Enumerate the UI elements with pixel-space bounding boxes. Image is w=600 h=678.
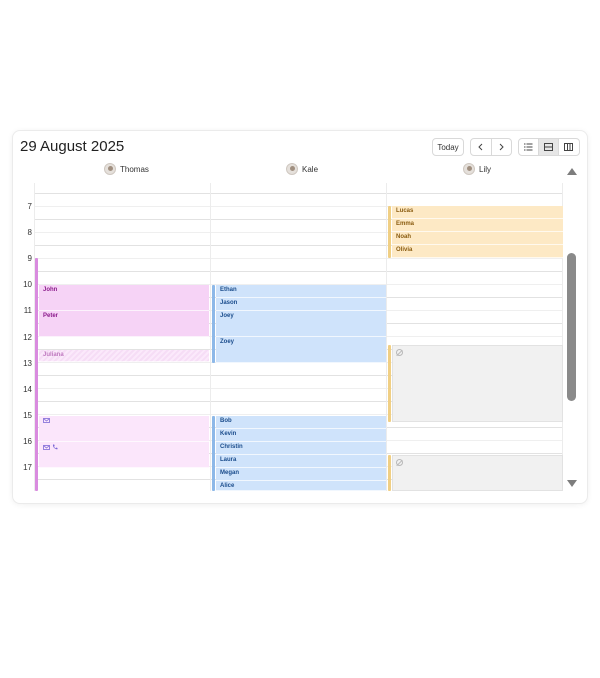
event-christin[interactable]: Christin (216, 442, 386, 455)
hour-label: 13 (23, 359, 32, 368)
resource-name: Thomas (120, 164, 149, 174)
event-label: Zoey (220, 339, 235, 345)
event-bob[interactable]: Bob (216, 416, 386, 429)
event-label: Lucas (396, 208, 414, 214)
event-label: Olivia (396, 247, 413, 253)
day-view-button[interactable] (539, 139, 559, 155)
lily-availability-bar-1 (388, 206, 391, 258)
hour-label: 16 (23, 437, 32, 446)
avatar-icon (286, 163, 298, 175)
event-ethan[interactable]: Ethan (216, 285, 386, 298)
event-olivia[interactable]: Olivia (392, 245, 563, 258)
today-button[interactable]: Today (432, 138, 464, 156)
event-lucas[interactable]: Lucas (392, 206, 563, 219)
event-label: Christin (220, 444, 243, 450)
event-juliana[interactable]: Juliana (39, 350, 209, 362)
resource-header-thomas: Thomas (104, 163, 149, 175)
day-view-icon (544, 143, 553, 151)
thomas-availability-bar (35, 258, 38, 491)
lily-availability-bar-3 (388, 455, 391, 491)
chevron-right-icon (499, 143, 504, 151)
hour-label: 12 (23, 333, 32, 342)
event-label: Bob (220, 418, 232, 424)
blocked-icon (396, 349, 403, 356)
event-label: Peter (43, 313, 59, 319)
event-email[interactable] (39, 416, 209, 442)
view-switcher (518, 138, 580, 156)
week-columns-icon (564, 143, 574, 151)
event-label: Megan (220, 470, 240, 476)
resource-name: Kale (302, 164, 319, 174)
blocked-slot[interactable] (392, 345, 563, 422)
event-label: Kevin (220, 431, 237, 437)
event-label: Alice (220, 483, 235, 489)
prev-button[interactable] (471, 139, 492, 155)
chevron-left-icon (478, 143, 483, 151)
event-zoey[interactable]: Zoey (216, 337, 386, 363)
blocked-icon (396, 459, 403, 466)
hour-label: 17 (23, 463, 32, 472)
event-kevin[interactable]: Kevin (216, 429, 386, 442)
week-view-button[interactable] (559, 139, 579, 155)
event-joey[interactable]: Joey (216, 311, 386, 337)
event-email-call[interactable] (39, 442, 209, 468)
hour-label: 9 (27, 254, 32, 263)
hour-label: 10 (23, 280, 32, 289)
lily-availability-bar-2 (388, 345, 391, 422)
hour-label: 7 (27, 202, 32, 211)
scroll-down-icon[interactable] (567, 480, 577, 487)
email-icon (43, 445, 50, 450)
blocked-slot[interactable] (392, 455, 563, 491)
list-view-button[interactable] (519, 139, 540, 155)
event-alice[interactable]: Alice (216, 481, 386, 491)
page-title: 29 August 2025 (20, 138, 125, 155)
resource-name: Lily (479, 164, 492, 174)
event-label: Joey (220, 313, 234, 319)
event-label: John (43, 287, 58, 293)
event-label: Jason (220, 300, 238, 306)
event-jason[interactable]: Jason (216, 298, 386, 311)
kale-availability-bar-1 (212, 285, 215, 363)
event-label: Laura (220, 457, 237, 463)
event-peter[interactable]: Peter (39, 311, 209, 337)
next-button[interactable] (492, 139, 512, 155)
date-nav-group (470, 138, 512, 156)
time-axis: 7 8 9 10 11 12 13 14 15 16 17 (18, 183, 32, 491)
email-icon (43, 418, 50, 423)
event-label: Juliana (43, 352, 64, 358)
hour-label: 14 (23, 385, 32, 394)
event-laura[interactable]: Laura (216, 455, 386, 468)
phone-icon (52, 444, 58, 450)
hour-label: 15 (23, 411, 32, 420)
resource-header-kale: Kale (286, 163, 318, 175)
scroll-up-icon[interactable] (567, 168, 577, 175)
hour-label: 11 (23, 306, 32, 315)
avatar-icon (463, 163, 475, 175)
event-emma[interactable]: Emma (392, 219, 563, 232)
event-megan[interactable]: Megan (216, 468, 386, 481)
event-label: Ethan (220, 287, 237, 293)
resource-header-lily: Lily (463, 163, 491, 175)
kale-availability-bar-2 (212, 416, 215, 491)
event-john[interactable]: John (39, 285, 209, 311)
event-label: Noah (396, 234, 411, 240)
avatar-icon (104, 163, 116, 175)
event-noah[interactable]: Noah (392, 232, 563, 245)
list-view-icon (524, 143, 533, 151)
event-label: Emma (396, 221, 415, 227)
scrollbar-thumb[interactable] (567, 253, 576, 401)
hour-label: 8 (27, 228, 32, 237)
